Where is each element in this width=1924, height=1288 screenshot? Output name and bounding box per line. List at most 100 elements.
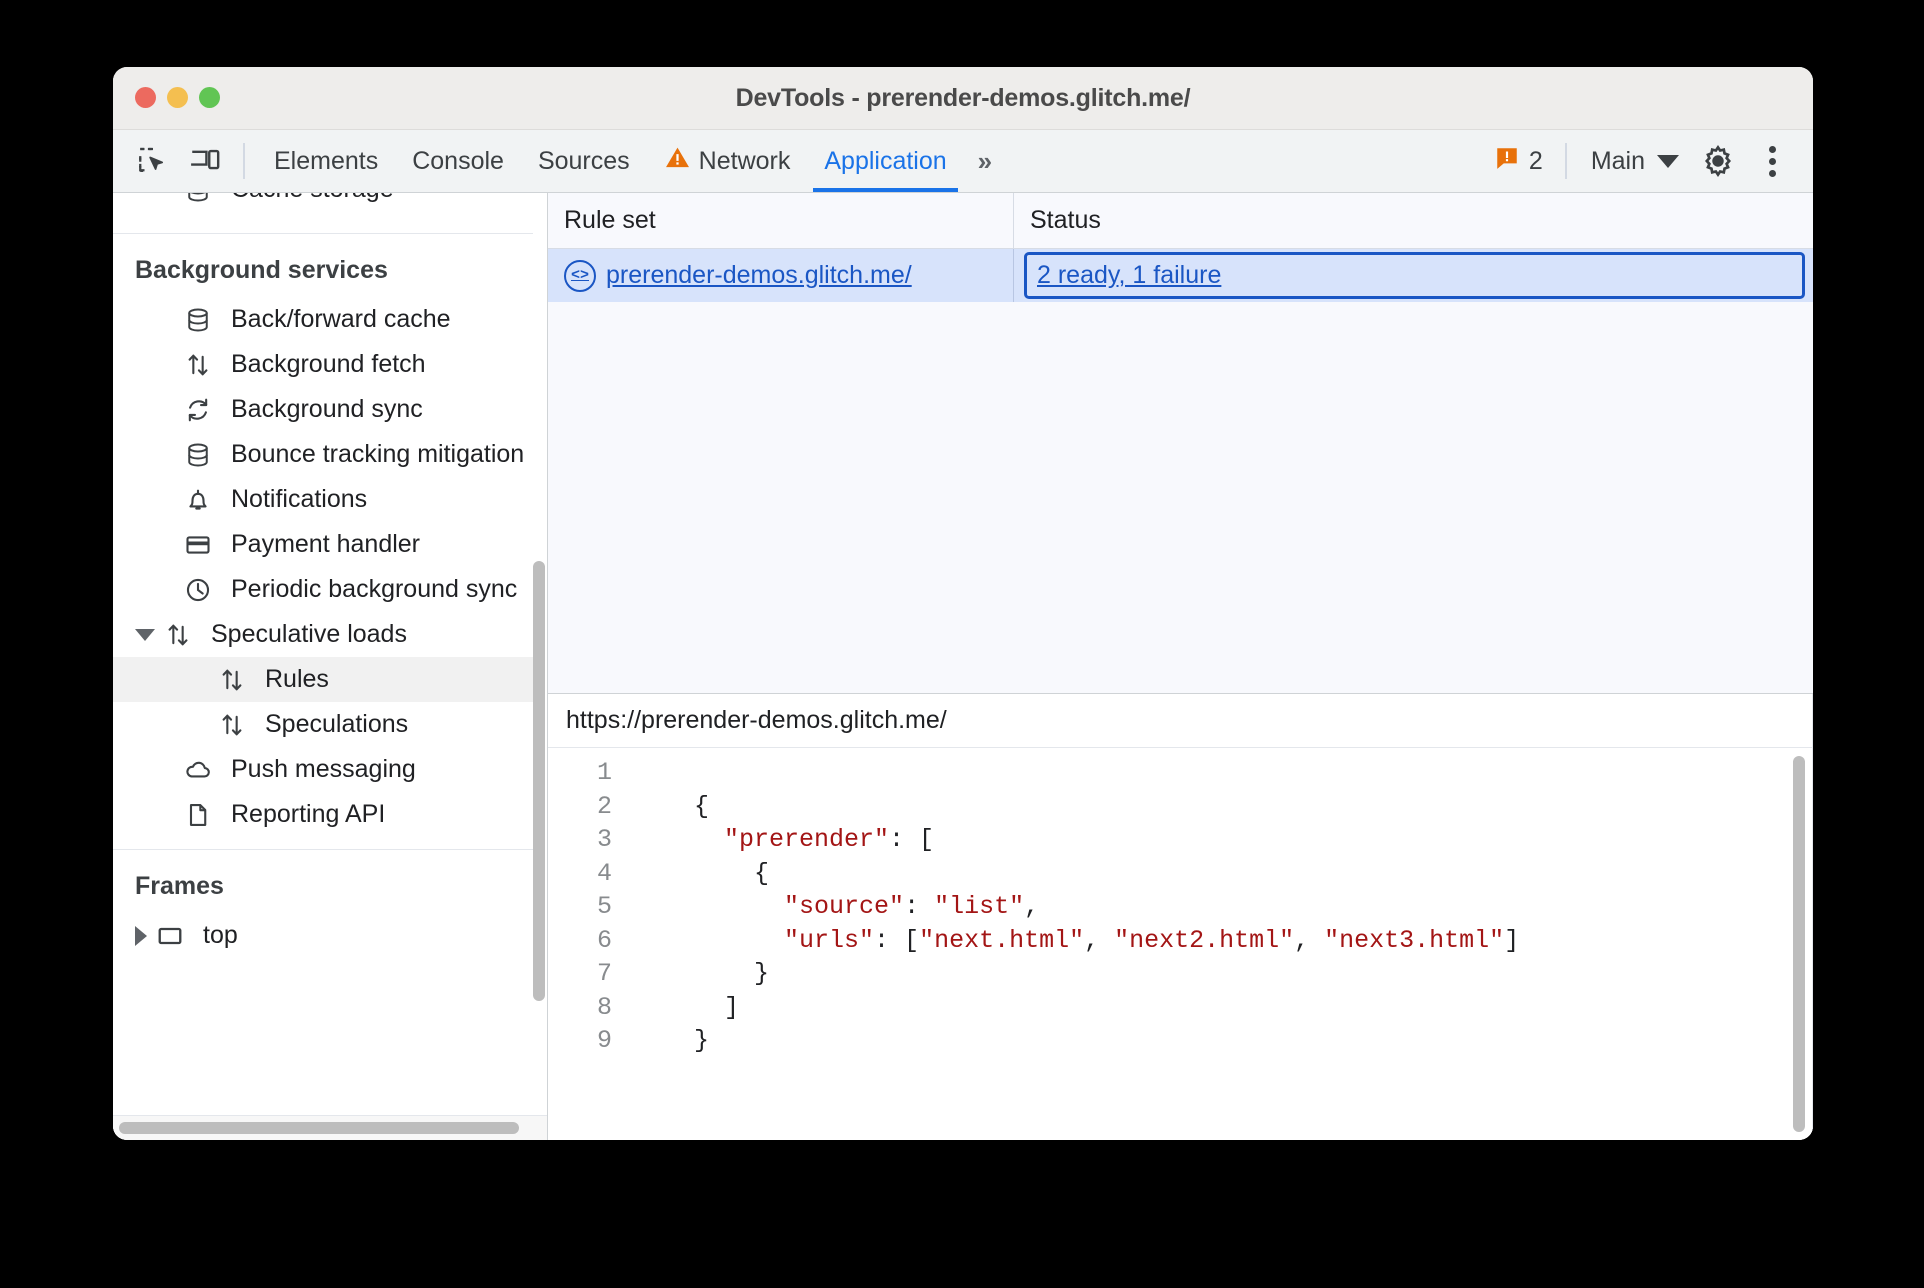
line-number: 8 (596, 992, 612, 1022)
sidebar-item-background-sync[interactable]: Background sync (113, 387, 533, 432)
toolbar-right-actions: 2 Main (1484, 137, 1799, 185)
minimize-button[interactable] (167, 87, 188, 108)
tab-elements[interactable]: Elements (257, 130, 395, 192)
tab-sources[interactable]: Sources (521, 130, 647, 192)
sidebar-item-payment-handler-label: Payment handler (231, 530, 421, 558)
inspect-element-icon[interactable] (127, 137, 179, 185)
gear-icon[interactable] (1691, 137, 1745, 185)
devtools-body: Cache storage Background services Back/f… (113, 193, 1813, 1140)
table-row[interactable]: <> prerender-demos.glitch.me/ 2 ready, 1… (548, 249, 1813, 302)
line-number: 9 (596, 1026, 612, 1055)
device-toolbar-icon[interactable] (179, 137, 231, 185)
rule-set-link[interactable]: <> prerender-demos.glitch.me/ (564, 259, 912, 292)
window-title: DevTools - prerender-demos.glitch.me/ (735, 83, 1191, 112)
grid-header-row: Rule set Status (548, 193, 1813, 249)
tab-application[interactable]: Application (807, 130, 963, 192)
sidebar-partial-row-clip: Cache storage (113, 193, 533, 221)
sidebar-item-top-frame[interactable]: top (113, 913, 533, 958)
code-line: 2 { (548, 790, 1813, 824)
chevron-down-icon (1657, 154, 1679, 168)
updown-arrows-icon (215, 663, 249, 697)
status-link[interactable]: 2 ready, 1 failure (1037, 261, 1221, 290)
sidebar-item-top-frame-label: top (203, 921, 238, 949)
sidebar-item-periodic-background-sync[interactable]: Periodic background sync (113, 567, 533, 612)
sidebar-item-back-forward-cache[interactable]: Back/forward cache (113, 297, 533, 342)
sidebar-item-rules-label: Rules (265, 665, 329, 693)
panel-tabs: Elements Console Sources Network Applica… (257, 130, 1001, 192)
line-number: 4 (596, 858, 612, 888)
code-pane-border (1812, 694, 1813, 1140)
code-viewer[interactable]: 1 2 { 3 "prerender": [ 4 { 5 "source": "… (548, 748, 1813, 1140)
sidebar-item-speculations[interactable]: Speculations (113, 702, 533, 747)
code-line: 7 } (548, 957, 1813, 991)
sidebar-item-notifications[interactable]: Notifications (113, 477, 533, 522)
sidebar-item-bounce-tracking-mitigation[interactable]: Bounce tracking mitigation (113, 432, 533, 477)
sidebar-item-payment-handler[interactable]: Payment handler (113, 522, 533, 567)
sidebar-divider-2 (113, 849, 533, 850)
sidebar-horizontal-scrollbar[interactable] (113, 1115, 547, 1140)
tab-elements-label: Elements (274, 146, 379, 175)
tab-console[interactable]: Console (395, 130, 521, 192)
sidebar-vertical-scrollbar[interactable] (533, 561, 545, 1001)
line-number: 7 (596, 959, 612, 988)
updown-arrows-icon (181, 348, 215, 382)
document-icon (181, 798, 215, 832)
sidebar-item-background-fetch[interactable]: Background fetch (113, 342, 533, 387)
rule-set-link-label: prerender-demos.glitch.me/ (606, 261, 912, 289)
issues-counter[interactable]: 2 (1484, 145, 1553, 178)
sidebar-divider (113, 233, 533, 234)
sidebar-item-speculative-loads[interactable]: Speculative loads (113, 612, 533, 657)
tab-network[interactable]: Network (647, 130, 808, 192)
database-icon (181, 438, 215, 472)
code-line: 6 "urls": ["next.html", "next2.html", "n… (548, 924, 1813, 958)
tab-console-label: Console (412, 146, 504, 175)
sidebar-horizontal-scroll-thumb[interactable] (119, 1122, 519, 1134)
json-key: "prerender" (724, 825, 890, 854)
toolbar-divider (243, 143, 245, 179)
line-number: 6 (596, 925, 612, 955)
code-line: 5 "source": "list", (548, 890, 1813, 924)
column-header-rule-set[interactable]: Rule set (548, 193, 1014, 248)
credit-card-icon (181, 528, 215, 562)
chevron-right-icon[interactable] (135, 925, 147, 946)
code-line: 8 ] (548, 991, 1813, 1025)
sidebar-item-bounce-tracking-mitigation-label: Bounce tracking mitigation (231, 440, 525, 468)
chevron-down-icon[interactable] (135, 628, 155, 641)
json-key: "urls" (784, 925, 875, 955)
line-number: 5 (596, 892, 612, 921)
tab-network-label: Network (698, 146, 791, 175)
sidebar-item-push-messaging-label: Push messaging (231, 755, 416, 783)
sidebar-item-speculations-label: Speculations (265, 710, 409, 738)
bell-icon (181, 483, 215, 517)
sidebar-item-reporting-api[interactable]: Reporting API (113, 792, 533, 837)
maximize-button[interactable] (199, 87, 220, 108)
sidebar-item-back-forward-cache-label: Back/forward cache (231, 305, 451, 333)
sidebar-item-reporting-api-label: Reporting API (231, 800, 386, 828)
close-button[interactable] (135, 87, 156, 108)
sidebar-item-cache-storage[interactable]: Cache storage (113, 193, 533, 212)
code-vertical-scrollbar[interactable] (1793, 756, 1805, 1132)
status-focus-ring[interactable]: 2 ready, 1 failure (1024, 252, 1805, 299)
issue-flag-icon (1494, 145, 1520, 178)
cell-rule-set[interactable]: <> prerender-demos.glitch.me/ (548, 249, 1014, 302)
detail-url: https://prerender-demos.glitch.me/ (548, 694, 1813, 748)
warning-triangle-icon (664, 144, 691, 178)
sidebar-item-periodic-background-sync-label: Periodic background sync (231, 575, 518, 603)
window-controls[interactable] (135, 87, 220, 108)
sidebar-item-push-messaging[interactable]: Push messaging (113, 747, 533, 792)
code-line: 1 (548, 756, 1813, 790)
sidebar-item-background-fetch-label: Background fetch (231, 350, 426, 378)
line-number: 3 (596, 825, 612, 854)
kebab-menu-icon[interactable] (1745, 137, 1799, 185)
application-sidebar: Cache storage Background services Back/f… (113, 193, 548, 1140)
sidebar-item-rules[interactable]: Rules (113, 657, 533, 702)
sync-icon (181, 393, 215, 427)
context-selector[interactable]: Main (1579, 147, 1691, 176)
more-tabs-icon[interactable]: » (964, 146, 1001, 177)
cell-status[interactable]: 2 ready, 1 failure (1014, 249, 1813, 302)
column-header-status[interactable]: Status (1014, 193, 1813, 248)
tab-application-label: Application (824, 146, 947, 175)
json-key: "source" (784, 892, 905, 921)
screenshot-root: DevTools - prerender-demos.glitch.me/ El… (0, 0, 1924, 1288)
rule-set-detail-pane: https://prerender-demos.glitch.me/ 1 2 {… (548, 694, 1813, 1140)
